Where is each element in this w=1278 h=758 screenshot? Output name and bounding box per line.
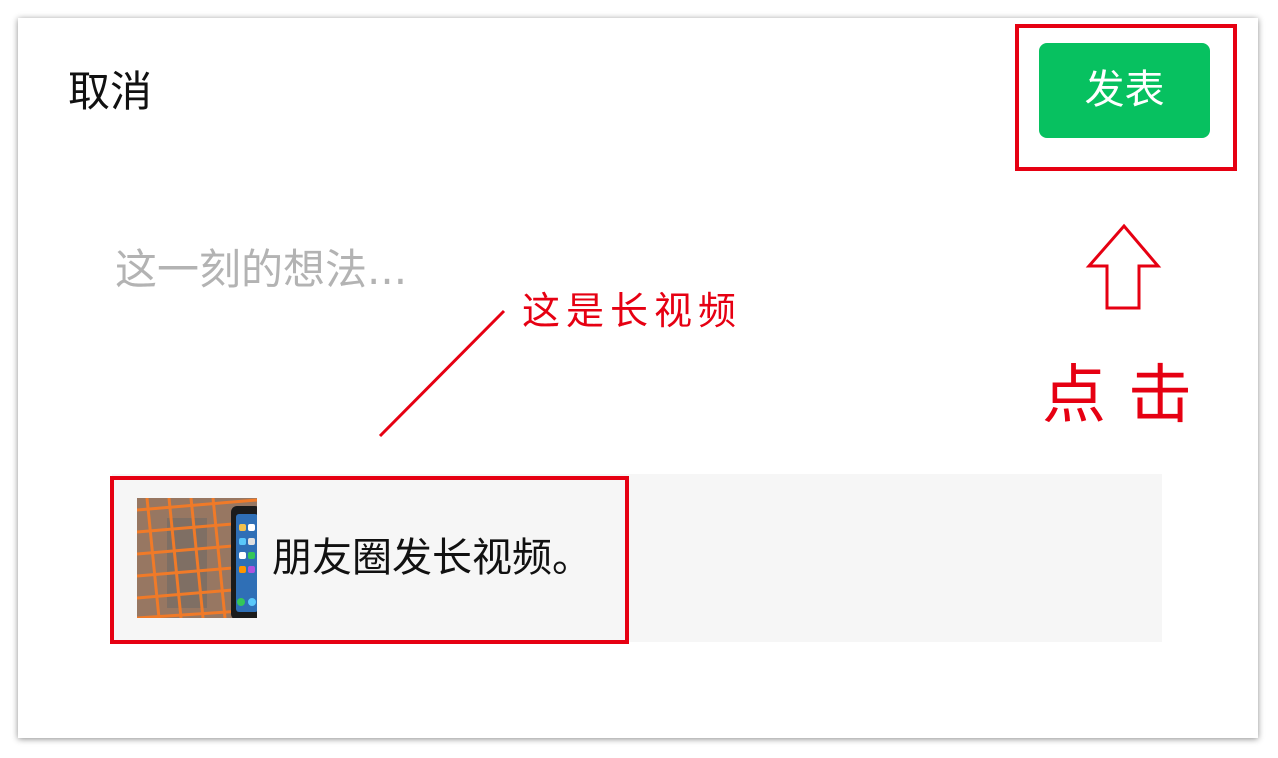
up-arrow-icon xyxy=(1085,223,1162,310)
pointer-line xyxy=(378,309,506,438)
click-note: 点击 xyxy=(1042,359,1214,433)
long-video-note: 这是长视频 xyxy=(522,289,743,333)
